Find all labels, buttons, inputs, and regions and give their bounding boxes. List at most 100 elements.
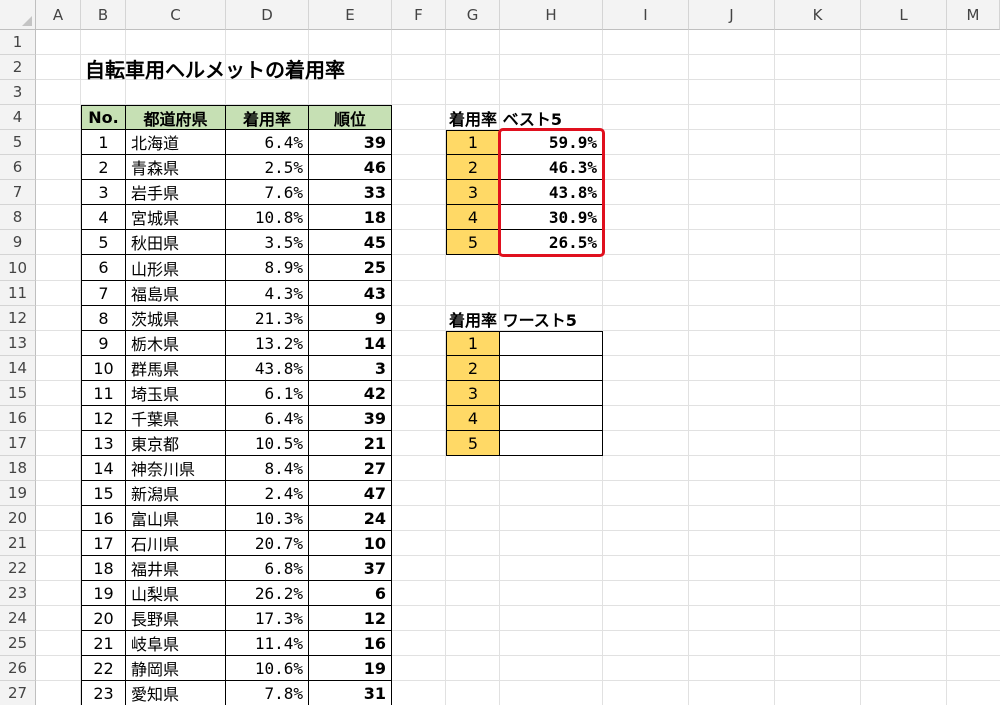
table-cell[interactable]: 17 [81,531,126,556]
table-cell[interactable]: 45 [309,230,392,255]
worst5-value-cell[interactable] [500,406,603,431]
table-cell[interactable]: 山梨県 [126,581,226,606]
row-header[interactable]: 9 [0,230,36,255]
spreadsheet-grid[interactable]: A B C D E F G H I J K L M 1 2 3 4 5 6 7 8 9 10 11 12 13 14 15 16 17 18… [0,0,1000,705]
table-cell[interactable]: 16 [309,631,392,656]
table-cell[interactable]: 11.4% [226,631,309,656]
table-cell[interactable]: 20 [81,606,126,631]
table-cell[interactable]: 静岡県 [126,656,226,681]
table-cell[interactable]: 21.3% [226,306,309,331]
column-header[interactable]: L [861,0,947,30]
column-header[interactable]: G [446,0,500,30]
best5-value-cell[interactable]: 43.8% [500,180,603,205]
table-cell[interactable]: 群馬県 [126,356,226,381]
table-cell[interactable]: 新潟県 [126,481,226,506]
table-cell[interactable]: 13.2% [226,331,309,356]
table-cell[interactable]: 27 [309,456,392,481]
table-header-cell[interactable]: No. [81,105,126,130]
table-header-cell[interactable]: 順位 [309,105,392,130]
best5-rank-cell[interactable]: 3 [446,180,500,205]
table-cell[interactable]: 5 [81,230,126,255]
worst5-rank-cell[interactable]: 3 [446,381,500,406]
row-header[interactable]: 1 [0,30,36,55]
table-cell[interactable]: 21 [81,631,126,656]
worst5-value-cell[interactable] [500,356,603,381]
table-cell[interactable]: 43.8% [226,356,309,381]
column-header[interactable]: H [500,0,603,30]
worst5-rank-cell[interactable]: 5 [446,431,500,456]
row-header[interactable]: 3 [0,80,36,105]
table-cell[interactable]: 秋田県 [126,230,226,255]
table-cell[interactable]: 福井県 [126,556,226,581]
row-header[interactable]: 13 [0,331,36,356]
table-cell[interactable]: 33 [309,180,392,205]
table-cell[interactable]: 青森県 [126,155,226,180]
table-cell[interactable]: 6 [81,255,126,281]
table-cell[interactable]: 岐阜県 [126,631,226,656]
table-cell[interactable]: 10.8% [226,205,309,230]
table-cell[interactable]: 愛知県 [126,681,226,705]
column-header[interactable]: C [126,0,226,30]
best5-rank-cell[interactable]: 5 [446,230,500,255]
column-header[interactable]: A [36,0,81,30]
table-cell[interactable]: 11 [81,381,126,406]
table-cell[interactable]: 6.1% [226,381,309,406]
table-cell[interactable]: 6.4% [226,406,309,431]
row-header[interactable]: 12 [0,306,36,331]
row-header[interactable]: 22 [0,556,36,581]
table-cell[interactable]: 21 [309,431,392,456]
row-header[interactable]: 10 [0,255,36,281]
column-header[interactable]: J [689,0,775,30]
best5-value-cell[interactable]: 46.3% [500,155,603,180]
row-header[interactable]: 26 [0,656,36,681]
table-cell[interactable]: 北海道 [126,130,226,155]
table-cell[interactable]: 山形県 [126,255,226,281]
column-header[interactable]: I [603,0,689,30]
worst5-rank-cell[interactable]: 4 [446,406,500,431]
table-cell[interactable]: 東京都 [126,431,226,456]
table-header-cell[interactable]: 着用率 [226,105,309,130]
best5-value-cell[interactable]: 30.9% [500,205,603,230]
select-all-corner[interactable] [0,0,36,30]
table-cell[interactable]: 42 [309,381,392,406]
best5-rank-cell[interactable]: 4 [446,205,500,230]
table-cell[interactable]: 46 [309,155,392,180]
table-cell[interactable]: 18 [309,205,392,230]
table-header-cell[interactable]: 都道府県 [126,105,226,130]
table-cell[interactable]: 4 [81,205,126,230]
table-cell[interactable]: 12 [81,406,126,431]
worst5-value-cell[interactable] [500,331,603,356]
table-cell[interactable]: 37 [309,556,392,581]
table-cell[interactable]: 20.7% [226,531,309,556]
column-header[interactable]: M [947,0,1000,30]
table-cell[interactable]: 1 [81,130,126,155]
table-cell[interactable]: 富山県 [126,506,226,531]
row-header[interactable]: 21 [0,531,36,556]
table-cell[interactable]: 25 [309,255,392,281]
row-header[interactable]: 19 [0,481,36,506]
row-header[interactable]: 15 [0,381,36,406]
table-cell[interactable]: 3.5% [226,230,309,255]
best5-rank-cell[interactable]: 2 [446,155,500,180]
table-cell[interactable]: 3 [309,356,392,381]
table-cell[interactable]: 14 [81,456,126,481]
column-header[interactable]: D [226,0,309,30]
table-cell[interactable]: 6 [309,581,392,606]
table-cell[interactable]: 23 [81,681,126,705]
column-header[interactable]: B [81,0,126,30]
row-header[interactable]: 7 [0,180,36,205]
row-header[interactable]: 14 [0,356,36,381]
table-cell[interactable]: 7.6% [226,180,309,205]
table-cell[interactable]: 宮城県 [126,205,226,230]
table-cell[interactable]: 26.2% [226,581,309,606]
row-header[interactable]: 18 [0,456,36,481]
column-header[interactable]: E [309,0,392,30]
table-cell[interactable]: 10 [309,531,392,556]
worst5-value-cell[interactable] [500,431,603,456]
table-cell[interactable]: 14 [309,331,392,356]
table-cell[interactable]: 10.3% [226,506,309,531]
table-cell[interactable]: 10 [81,356,126,381]
table-cell[interactable]: 8 [81,306,126,331]
row-header[interactable]: 20 [0,506,36,531]
table-cell[interactable]: 9 [81,331,126,356]
